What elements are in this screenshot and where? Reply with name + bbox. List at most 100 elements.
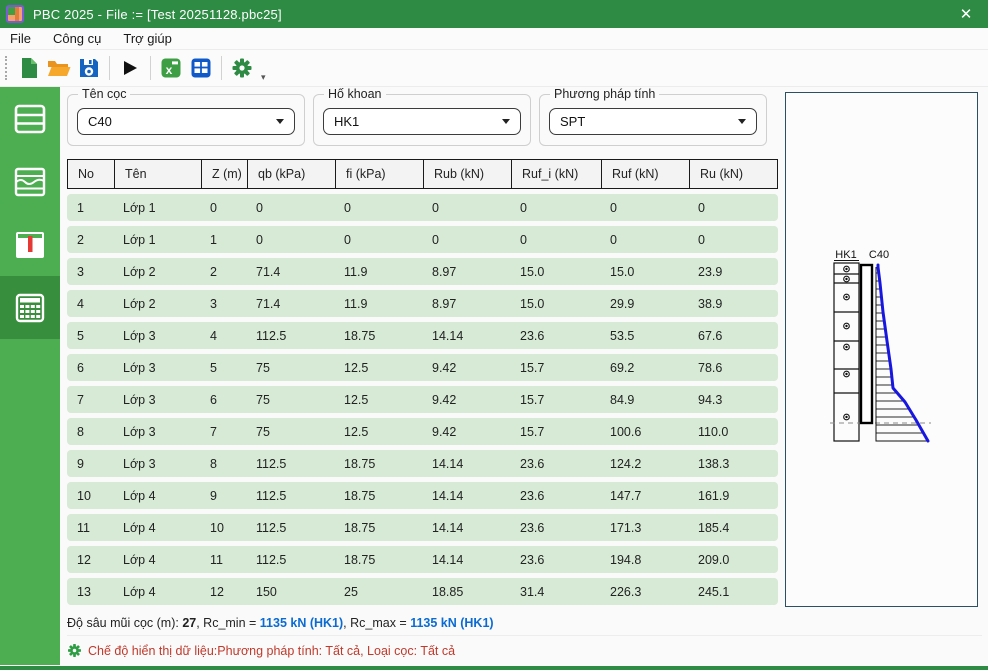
cell-no: 5 bbox=[67, 322, 113, 349]
gear-icon bbox=[231, 57, 253, 79]
new-file-button[interactable] bbox=[15, 54, 43, 82]
cell-qb: 0 bbox=[246, 194, 334, 221]
cell-qb: 75 bbox=[246, 386, 334, 413]
table-row[interactable]: 4 Lớp 2 3 71.4 11.9 8.97 15.0 29.9 38.9 bbox=[67, 290, 778, 317]
cell-ru: 94.3 bbox=[688, 386, 778, 413]
sidebar-item-pile-section[interactable] bbox=[0, 213, 60, 276]
cell-qb: 75 bbox=[246, 418, 334, 445]
cell-qb: 75 bbox=[246, 354, 334, 381]
column-header: Ruf (kN) bbox=[601, 160, 689, 188]
cell-rub: 9.42 bbox=[422, 386, 510, 413]
sidebar-item-soil-layers[interactable] bbox=[0, 150, 60, 213]
summary-line: Độ sâu mũi cọc (m): 27, Rc_min = 1135 kN… bbox=[67, 616, 988, 630]
cell-fi: 18.75 bbox=[334, 546, 422, 573]
pile-label-text: C40 bbox=[869, 249, 889, 261]
svg-text:x: x bbox=[166, 63, 173, 77]
menubar: FileCông cụTrợ giúp bbox=[0, 28, 988, 50]
cell-qb: 112.5 bbox=[246, 482, 334, 509]
table-row[interactable]: 5 Lớp 3 4 112.5 18.75 14.14 23.6 53.5 67… bbox=[67, 322, 778, 349]
menu-item[interactable]: Trợ giúp bbox=[112, 28, 183, 49]
titlebar: PBC 2025 - File := [Test 20251128.pbc25]… bbox=[0, 0, 988, 28]
table-row[interactable]: 2 Lớp 1 1 0 0 0 0 0 0 bbox=[67, 226, 778, 253]
cell-rub: 0 bbox=[422, 226, 510, 253]
table-header: NoTênZ (m)qb (kPa)fi (kPa)Rub (kN)Ruf_i … bbox=[67, 159, 778, 189]
cell-ru: 0 bbox=[688, 226, 778, 253]
borehole-select[interactable]: HK1 bbox=[323, 108, 521, 135]
table-row[interactable]: 7 Lớp 3 6 75 12.5 9.42 15.7 84.9 94.3 bbox=[67, 386, 778, 413]
cell-rub: 8.97 bbox=[422, 258, 510, 285]
cell-ten: Lớp 2 bbox=[113, 258, 200, 285]
table-view-button[interactable] bbox=[187, 54, 215, 82]
cell-z: 1 bbox=[200, 226, 246, 253]
run-button[interactable] bbox=[116, 54, 144, 82]
settings-button[interactable] bbox=[228, 54, 256, 82]
close-icon[interactable]: ✕ bbox=[944, 0, 988, 28]
open-file-button[interactable] bbox=[45, 54, 73, 82]
table-row[interactable]: 3 Lớp 2 2 71.4 11.9 8.97 15.0 15.0 23.9 bbox=[67, 258, 778, 285]
table-row[interactable]: 10 Lớp 4 9 112.5 18.75 14.14 23.6 147.7 … bbox=[67, 482, 778, 509]
save-button[interactable] bbox=[75, 54, 103, 82]
method-label: Phương pháp tính bbox=[550, 87, 659, 101]
borehole-groupbox: Hố khoan HK1 bbox=[313, 94, 531, 146]
cell-z: 6 bbox=[200, 386, 246, 413]
cell-rub: 9.42 bbox=[422, 354, 510, 381]
sidebar-item-results-table[interactable] bbox=[0, 276, 60, 339]
cell-ruf-i: 0 bbox=[510, 194, 600, 221]
pile-name-select[interactable]: C40 bbox=[77, 108, 295, 135]
cell-ruf-i: 23.6 bbox=[510, 514, 600, 541]
column-header: fi (kPa) bbox=[335, 160, 423, 188]
menu-item[interactable]: File bbox=[8, 28, 42, 49]
cell-z: 10 bbox=[200, 514, 246, 541]
table-row[interactable]: 1 Lớp 1 0 0 0 0 0 0 0 bbox=[67, 194, 778, 221]
cell-fi: 12.5 bbox=[334, 354, 422, 381]
cell-ruf-i: 15.7 bbox=[510, 418, 600, 445]
soil-layers-icon bbox=[14, 167, 46, 197]
method-groupbox: Phương pháp tính SPT bbox=[539, 94, 767, 146]
cell-fi: 12.5 bbox=[334, 386, 422, 413]
method-select[interactable]: SPT bbox=[549, 108, 757, 135]
cell-ruf-i: 23.6 bbox=[510, 482, 600, 509]
cell-no: 3 bbox=[67, 258, 113, 285]
cell-ruf-i: 23.6 bbox=[510, 450, 600, 477]
cell-ten: Lớp 3 bbox=[113, 418, 200, 445]
sidebar-item-soil-list[interactable] bbox=[0, 87, 60, 150]
cell-rub: 9.42 bbox=[422, 418, 510, 445]
cell-qb: 150 bbox=[246, 578, 334, 605]
cell-z: 4 bbox=[200, 322, 246, 349]
export-excel-button[interactable]: x bbox=[157, 54, 185, 82]
column-header: No bbox=[68, 160, 114, 188]
display-mode-value: Phương pháp tính: Tất cả, Loại cọc: Tất … bbox=[217, 644, 455, 658]
cell-ruf: 0 bbox=[600, 226, 688, 253]
cell-ruf: 29.9 bbox=[600, 290, 688, 317]
cell-ten: Lớp 4 bbox=[113, 546, 200, 573]
cell-rub: 0 bbox=[422, 194, 510, 221]
cell-qb: 0 bbox=[246, 226, 334, 253]
calculation-table-icon bbox=[14, 293, 46, 323]
capacity-area bbox=[876, 267, 928, 441]
list-icon bbox=[14, 104, 46, 134]
cell-fi: 18.75 bbox=[334, 482, 422, 509]
cell-qb: 71.4 bbox=[246, 258, 334, 285]
cell-ruf: 124.2 bbox=[600, 450, 688, 477]
cell-ten: Lớp 2 bbox=[113, 290, 200, 317]
display-mode-label: Chế độ hiển thị dữ liệu: bbox=[88, 644, 217, 658]
table-row[interactable]: 8 Lớp 3 7 75 12.5 9.42 15.7 100.6 110.0 bbox=[67, 418, 778, 445]
cell-ru: 0 bbox=[688, 194, 778, 221]
table-row[interactable]: 6 Lớp 3 5 75 12.5 9.42 15.7 69.2 78.6 bbox=[67, 354, 778, 381]
column-header: Z (m) bbox=[201, 160, 247, 188]
table-row[interactable]: 12 Lớp 4 11 112.5 18.75 14.14 23.6 194.8… bbox=[67, 546, 778, 573]
cell-z: 5 bbox=[200, 354, 246, 381]
table-row[interactable]: 11 Lớp 4 10 112.5 18.75 14.14 23.6 171.3… bbox=[67, 514, 778, 541]
cell-ruf-i: 15.7 bbox=[510, 386, 600, 413]
table-row[interactable]: 13 Lớp 4 12 150 25 18.85 31.4 226.3 245.… bbox=[67, 578, 778, 605]
statusbar: Chế độ hiển thị dữ liệu: Phương pháp tín… bbox=[67, 635, 982, 658]
cell-ruf: 69.2 bbox=[600, 354, 688, 381]
excel-icon: x bbox=[161, 58, 181, 78]
cell-ten: Lớp 4 bbox=[113, 514, 200, 541]
toolbar-overflow-button[interactable]: ▾ bbox=[261, 73, 266, 82]
table-row[interactable]: 9 Lớp 3 8 112.5 18.75 14.14 23.6 124.2 1… bbox=[67, 450, 778, 477]
cell-ru: 110.0 bbox=[688, 418, 778, 445]
cell-fi: 18.75 bbox=[334, 514, 422, 541]
menu-item[interactable]: Công cụ bbox=[42, 28, 112, 49]
cell-qb: 71.4 bbox=[246, 290, 334, 317]
